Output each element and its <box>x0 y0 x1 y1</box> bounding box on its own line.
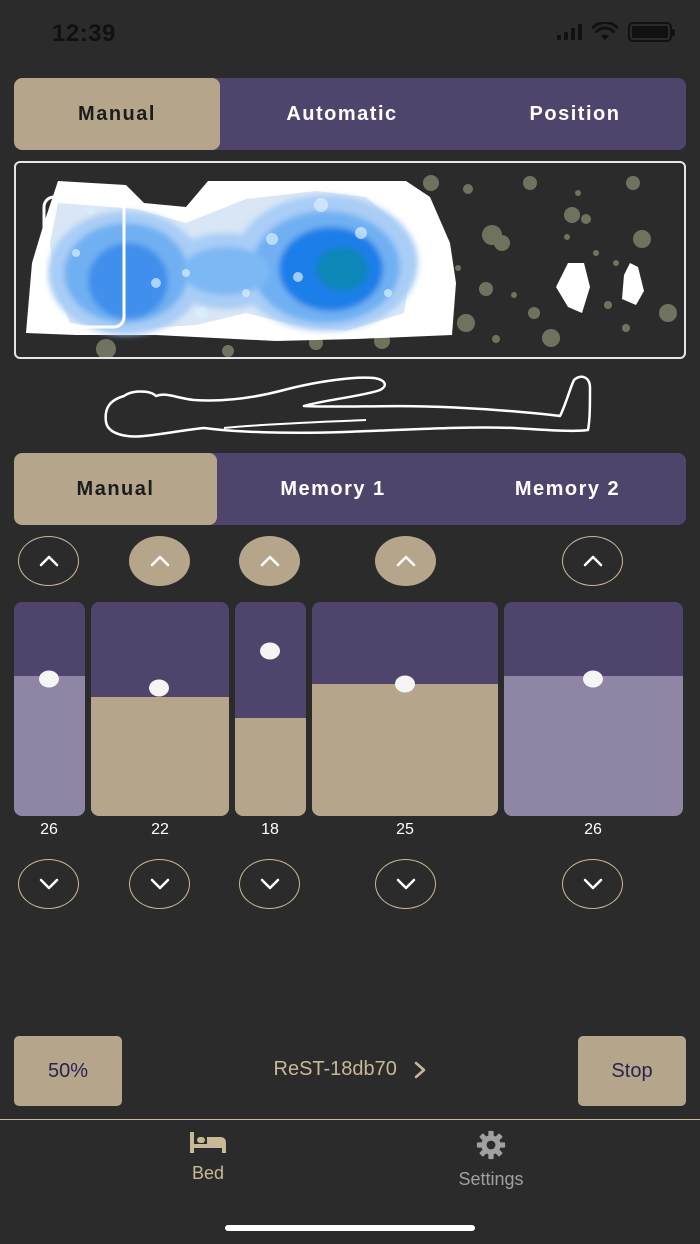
status-bar: 12:39 <box>0 0 700 70</box>
chevron-up-icon <box>260 555 279 567</box>
zone-5-down-button[interactable] <box>562 859 623 909</box>
chevron-down-icon <box>583 878 602 890</box>
zone-1-value: 26 <box>40 821 58 838</box>
zone-5-up-button[interactable] <box>562 536 623 586</box>
wifi-icon <box>592 22 618 40</box>
chevron-up-icon <box>396 555 415 567</box>
status-icons <box>557 22 675 42</box>
zone-4-down-button[interactable] <box>375 859 436 909</box>
pressure-map <box>14 161 686 359</box>
zone-3-level <box>235 718 306 816</box>
chevron-down-icon <box>150 878 169 890</box>
zone-1-down-button[interactable] <box>18 859 79 909</box>
zone-5-value: 26 <box>584 821 602 838</box>
tab-memory-1[interactable]: Memory 1 <box>217 453 449 525</box>
stop-button[interactable]: Stop <box>578 1036 686 1106</box>
chevron-up-icon <box>583 555 602 567</box>
chevron-right-icon <box>415 1061 426 1078</box>
zone-4-knob[interactable] <box>395 675 415 693</box>
tab-position[interactable]: Position <box>464 78 686 150</box>
mode-segmented-control: Manual Automatic Position <box>14 78 686 150</box>
tab-automatic[interactable]: Automatic <box>220 78 464 150</box>
pressure-heatmap <box>26 175 677 357</box>
zone-1-level <box>14 676 85 816</box>
tab-bar-divider <box>0 1119 700 1120</box>
zone-2-knob[interactable] <box>149 679 169 697</box>
zone-2-slider[interactable] <box>91 602 229 816</box>
zone-4-slider[interactable] <box>312 602 498 816</box>
chevron-down-icon <box>396 878 415 890</box>
zone-3-slider[interactable] <box>235 602 306 816</box>
zone-5-slider[interactable] <box>504 602 683 816</box>
zone-3-up-button[interactable] <box>239 536 300 586</box>
zone-5-knob[interactable] <box>583 670 603 688</box>
tab-settings[interactable]: Settings <box>411 1130 571 1190</box>
battery-icon <box>628 22 675 42</box>
zone-2-up-button[interactable] <box>129 536 190 586</box>
zone-4-value: 25 <box>396 821 414 838</box>
tab-settings-label: Settings <box>458 1169 524 1189</box>
zone-2-value: 22 <box>151 821 169 838</box>
tab-memory-manual[interactable]: Manual <box>14 453 217 525</box>
zone-4-level <box>312 684 498 816</box>
tab-manual[interactable]: Manual <box>14 78 220 150</box>
cellular-signal-icon <box>557 24 582 40</box>
device-name: ReST-18db70 <box>273 1058 397 1080</box>
zone-5-level <box>504 676 683 816</box>
chevron-down-icon <box>260 878 279 890</box>
tab-bed[interactable]: Bed <box>128 1130 288 1184</box>
bed-icon <box>190 1132 226 1153</box>
home-indicator <box>225 1225 475 1231</box>
zone-4-up-button[interactable] <box>375 536 436 586</box>
tab-bed-label: Bed <box>191 1163 225 1183</box>
tab-memory-2[interactable]: Memory 2 <box>449 453 686 525</box>
zone-3-down-button[interactable] <box>239 859 300 909</box>
gear-icon <box>476 1130 506 1160</box>
body-outline-icon <box>104 375 592 438</box>
zone-2-level <box>91 697 229 816</box>
zone-1-slider[interactable] <box>14 602 85 816</box>
memory-segmented-control: Manual Memory 1 Memory 2 <box>14 453 686 525</box>
status-time: 12:39 <box>52 20 116 47</box>
zone-1-knob[interactable] <box>39 670 59 688</box>
zone-1-up-button[interactable] <box>18 536 79 586</box>
zone-3-value: 18 <box>261 821 279 838</box>
chevron-up-icon <box>39 555 58 567</box>
chevron-down-icon <box>39 878 58 890</box>
zone-2-down-button[interactable] <box>129 859 190 909</box>
chevron-up-icon <box>150 555 169 567</box>
zone-3-knob[interactable] <box>260 642 280 660</box>
